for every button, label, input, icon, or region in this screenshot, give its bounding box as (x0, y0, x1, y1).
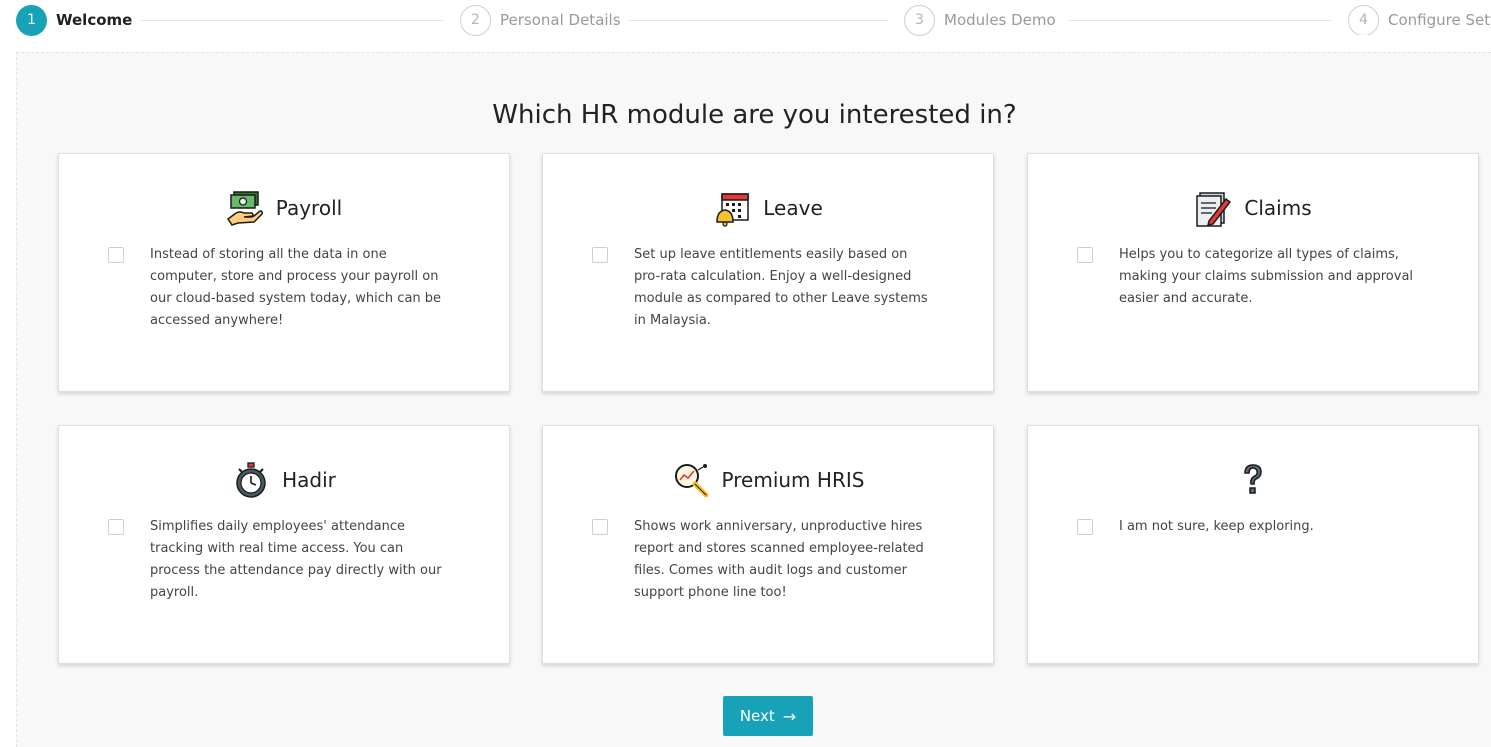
next-button[interactable]: Next → (723, 696, 813, 736)
module-card-not-sure[interactable]: I am not sure, keep exploring. (1027, 425, 1479, 664)
card-description: Set up leave entitlements easily based o… (634, 247, 928, 328)
step-label: Personal Details (500, 11, 621, 29)
stopwatch-icon (232, 461, 270, 499)
payroll-checkbox[interactable] (108, 247, 124, 263)
step-connector (1068, 20, 1332, 21)
calendar-bell-icon (713, 189, 751, 227)
step-label: Welcome (56, 11, 133, 29)
step-modules-demo[interactable]: 3 Modules Demo (904, 4, 1056, 36)
question-mark-icon (1234, 461, 1272, 499)
card-description: Shows work anniversary, unproductive hir… (634, 519, 924, 600)
step-connector (141, 20, 444, 21)
module-card-claims[interactable]: Claims Helps you to categorize all types… (1027, 153, 1479, 392)
module-selection-panel: Which HR module are you interested in? P… (16, 52, 1491, 747)
module-card-premium-hris[interactable]: Premium HRIS Shows work anniversary, unp… (542, 425, 994, 664)
card-header: Hadir (59, 462, 509, 498)
card-header: Claims (1028, 189, 1478, 227)
step-connector (628, 20, 888, 21)
step-personal-details[interactable]: 2 Personal Details (460, 4, 621, 36)
card-description: I am not sure, keep exploring. (1119, 519, 1314, 534)
card-title: Payroll (275, 196, 343, 220)
payroll-money-hand-icon (226, 189, 264, 227)
card-title: Hadir (282, 468, 336, 492)
next-button-label: Next (739, 707, 775, 725)
document-pen-icon (1194, 189, 1232, 227)
card-title: Premium HRIS (721, 468, 865, 492)
card-description: Instead of storing all the data in one c… (150, 247, 442, 328)
magnifier-chart-icon (672, 461, 710, 499)
arrow-right-icon: → (782, 706, 797, 726)
leave-checkbox[interactable] (592, 247, 608, 263)
card-title: Leave (763, 196, 823, 220)
card-header: Payroll (59, 190, 509, 226)
step-configure-settings[interactable]: 4 Configure Sett (1348, 5, 1491, 35)
hadir-checkbox[interactable] (108, 519, 124, 535)
step-label: Modules Demo (944, 11, 1056, 29)
step-number: 2 (460, 4, 491, 36)
not-sure-checkbox[interactable] (1077, 519, 1093, 535)
card-title: Claims (1244, 196, 1312, 220)
premium-hris-checkbox[interactable] (592, 519, 608, 535)
module-card-leave[interactable]: Leave Set up leave entitlements easily b… (542, 153, 994, 392)
step-label: Configure Sett (1388, 11, 1491, 29)
step-welcome[interactable]: 1 Welcome (16, 4, 133, 36)
card-header (1028, 462, 1478, 498)
step-number: 3 (904, 4, 935, 36)
page-title: Which HR module are you interested in? (492, 100, 1017, 130)
claims-checkbox[interactable] (1077, 247, 1093, 263)
card-header: Leave (543, 189, 993, 227)
stepper: 1 Welcome 2 Personal Details 3 Modules D… (0, 0, 1491, 42)
card-description: Simplifies daily employees' attendance t… (150, 519, 442, 600)
card-description: Helps you to categorize all types of cla… (1119, 247, 1414, 306)
step-number: 4 (1348, 5, 1379, 35)
card-header: Premium HRIS (543, 462, 993, 498)
module-card-payroll[interactable]: Payroll Instead of storing all the data … (58, 153, 510, 392)
module-card-hadir[interactable]: Hadir Simplifies daily employees' attend… (58, 425, 510, 664)
step-number: 1 (16, 4, 47, 36)
